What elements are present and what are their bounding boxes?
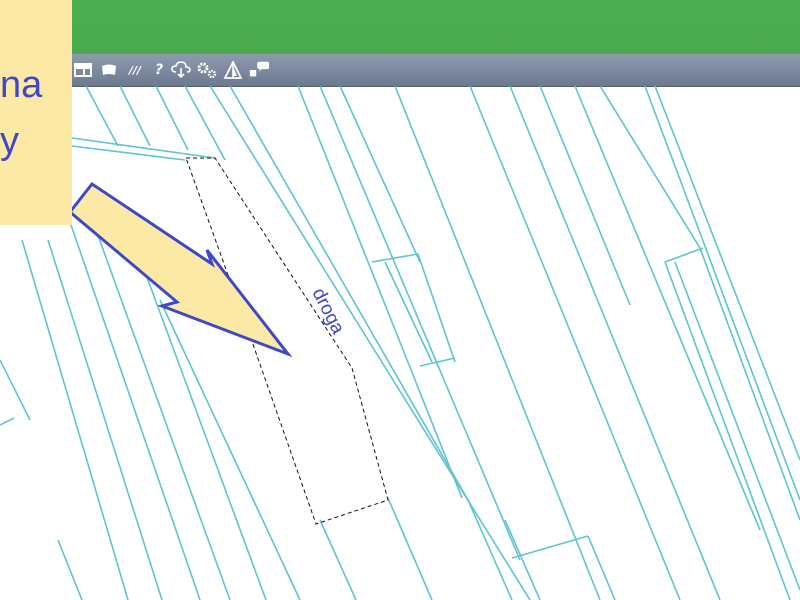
parcel-line (539, 86, 631, 306)
parcel-line (47, 239, 163, 600)
parcel-line (511, 535, 589, 559)
parcel-line (0, 417, 15, 426)
layout-icon[interactable] (72, 60, 94, 80)
parcel-line (574, 86, 761, 531)
help-icon[interactable]: ? (148, 60, 170, 80)
parcel-line (57, 539, 83, 600)
map-toolbar: /// ? WYKAZ MPZP (0, 54, 800, 134)
parcel-line (85, 86, 119, 147)
measure-icon[interactable] (222, 60, 244, 80)
parcel-line (0, 359, 31, 421)
hatch-icon[interactable]: /// (124, 60, 146, 80)
callout-line-2: y (0, 120, 19, 162)
parcel-line (119, 86, 151, 147)
parcel-line (371, 253, 419, 263)
parcel-line (699, 247, 800, 521)
parcel-line (587, 535, 616, 600)
parcel-line (674, 261, 800, 591)
parcel-line (319, 519, 357, 600)
callout-line-1: na (0, 64, 43, 106)
parcel-line (21, 239, 129, 600)
pointer-arrow (67, 181, 293, 358)
parcel-line (664, 247, 704, 263)
settings-icon[interactable] (196, 60, 218, 80)
parcel-line (155, 86, 189, 151)
parcel-line (71, 145, 186, 161)
shape-icon[interactable] (98, 60, 120, 80)
top-header-bar (0, 0, 800, 54)
cloud-download-icon[interactable] (170, 60, 192, 80)
road-edge-line (229, 86, 469, 501)
callout-box: na y (0, 0, 72, 225)
parcel-map[interactable]: droga (0, 86, 800, 600)
comment-icon[interactable] (248, 60, 270, 80)
road-edge-line (467, 499, 513, 600)
parcel-line (184, 86, 226, 161)
parcel-line (339, 86, 421, 263)
parcel-line (394, 86, 601, 600)
parcel-line (644, 86, 800, 501)
parcel-line (654, 86, 800, 461)
parcel-line (384, 261, 433, 363)
parcel-boundaries (0, 86, 800, 600)
parcel-line (509, 86, 721, 600)
parcel-line (664, 261, 791, 600)
road-label: droga (308, 285, 349, 338)
highlighted-parcel[interactable] (185, 157, 389, 525)
parcel-line (599, 86, 701, 249)
parcel-line (387, 497, 433, 600)
